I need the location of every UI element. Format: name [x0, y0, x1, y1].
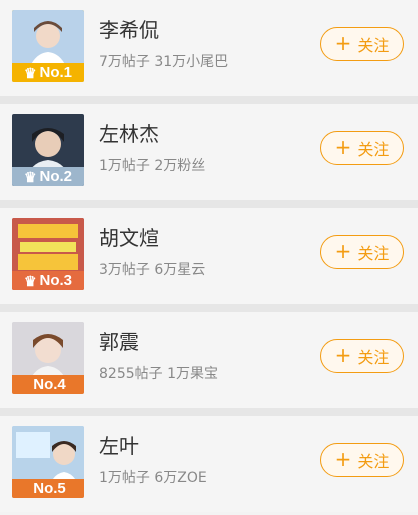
list-item[interactable]: No.5 左叶 1万帖子 6万ZOE + 关注 — [0, 416, 418, 512]
follow-label: 关注 — [357, 36, 390, 55]
rank-label: No.2 — [39, 168, 73, 185]
rank-badge: No.4 — [12, 375, 84, 394]
crown-icon: ♛ — [23, 64, 37, 81]
user-name[interactable]: 左叶 — [99, 434, 207, 458]
follow-label: 关注 — [357, 348, 390, 367]
list-item[interactable]: ♛ No.3 胡文煊 3万帖子 6万星云 + 关注 — [0, 208, 418, 312]
user-info: 左林杰 1万帖子 2万粉丝 — [99, 122, 205, 174]
rank-label: No.3 — [39, 272, 73, 289]
avatar[interactable]: ♛ No.1 — [12, 10, 84, 82]
user-stats: 1万帖子 6万ZOE — [99, 470, 207, 486]
rank-badge: ♛ No.1 — [12, 63, 84, 82]
user-stats: 1万帖子 2万粉丝 — [99, 158, 206, 174]
user-name[interactable]: 郭震 — [99, 330, 218, 354]
follow-label: 关注 — [357, 452, 390, 471]
rank-badge: ♛ No.3 — [12, 271, 84, 290]
user-info: 李希侃 7万帖子 31万小尾巴 — [99, 18, 228, 70]
ranking-list: ♛ No.1 李希侃 7万帖子 31万小尾巴 + 关注 ♛ No.2 左林杰 1… — [0, 0, 418, 512]
avatar[interactable]: ♛ No.2 — [12, 114, 84, 186]
list-item[interactable]: ♛ No.1 李希侃 7万帖子 31万小尾巴 + 关注 — [0, 0, 418, 104]
plus-icon: + — [334, 31, 352, 55]
avatar[interactable]: No.4 — [12, 322, 84, 394]
list-item[interactable]: ♛ No.2 左林杰 1万帖子 2万粉丝 + 关注 — [0, 104, 418, 208]
user-stats: 3万帖子 6万星云 — [99, 262, 206, 278]
user-info: 郭震 8255帖子 1万果宝 — [99, 330, 218, 382]
user-stats: 7万帖子 31万小尾巴 — [99, 54, 229, 70]
rank-label: No.4 — [33, 376, 66, 393]
user-info: 胡文煊 3万帖子 6万星云 — [99, 226, 205, 278]
user-stats: 8255帖子 1万果宝 — [99, 366, 218, 382]
rank-label: No.5 — [33, 480, 66, 497]
crown-icon: ♛ — [23, 168, 37, 185]
rank-badge: ♛ No.2 — [12, 167, 84, 186]
follow-button[interactable]: + 关注 — [320, 443, 404, 477]
user-name[interactable]: 胡文煊 — [99, 226, 205, 250]
follow-button[interactable]: + 关注 — [320, 27, 404, 61]
plus-icon: + — [334, 343, 352, 367]
user-name[interactable]: 李希侃 — [99, 18, 228, 42]
crown-icon: ♛ — [23, 272, 37, 289]
user-info: 左叶 1万帖子 6万ZOE — [99, 434, 207, 486]
follow-button[interactable]: + 关注 — [320, 339, 404, 373]
rank-label: No.1 — [39, 64, 73, 81]
plus-icon: + — [334, 135, 352, 159]
follow-button[interactable]: + 关注 — [320, 235, 404, 269]
avatar[interactable]: No.5 — [12, 426, 84, 498]
follow-label: 关注 — [357, 140, 390, 159]
follow-label: 关注 — [357, 244, 390, 263]
follow-button[interactable]: + 关注 — [320, 131, 404, 165]
avatar[interactable]: ♛ No.3 — [12, 218, 84, 290]
user-name[interactable]: 左林杰 — [99, 122, 205, 146]
plus-icon: + — [334, 447, 352, 471]
rank-badge: No.5 — [12, 479, 84, 498]
plus-icon: + — [334, 239, 352, 263]
list-item[interactable]: No.4 郭震 8255帖子 1万果宝 + 关注 — [0, 312, 418, 416]
